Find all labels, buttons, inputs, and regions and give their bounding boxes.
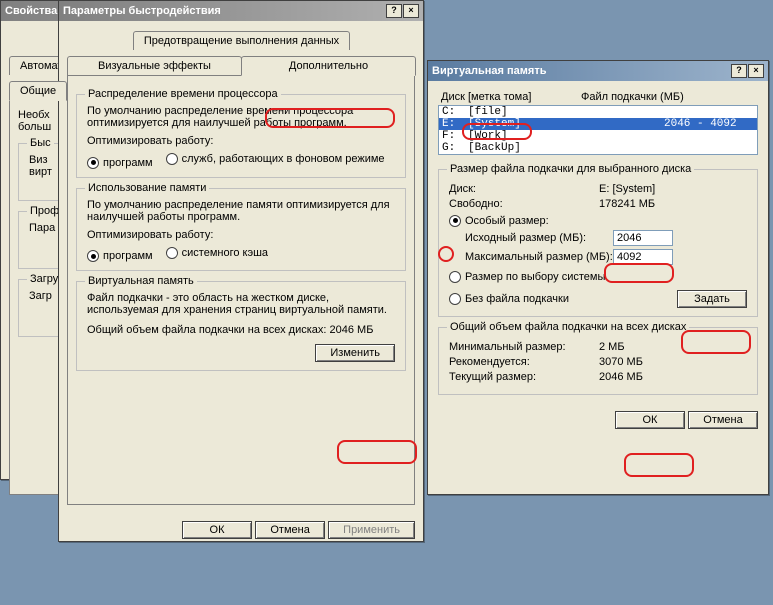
virtual-memory-window: Виртуальная память ? × Диск [метка тома]… [427, 60, 769, 495]
radio-icon [449, 293, 461, 305]
max-size-input[interactable] [613, 249, 673, 265]
max-size-label: Максимальный размер (МБ): [449, 251, 613, 263]
radio-no-pagefile[interactable]: Без файла подкачки [449, 293, 667, 305]
radio-icon [449, 215, 461, 227]
drive-row[interactable]: G:[BackUp] [439, 142, 757, 154]
group-selected: Размер файла подкачки для выбранного дис… [447, 163, 694, 175]
set-button[interactable]: Задать [677, 290, 747, 308]
drive-label: Диск: [449, 183, 599, 195]
rec-value: 3070 МБ [599, 356, 643, 368]
close-button[interactable]: × [748, 64, 764, 78]
radio-cpu-programs[interactable]: программ [87, 157, 153, 169]
vm-total-label: Общий объем файла подкачки на всех диска… [87, 324, 326, 336]
radio-system-managed[interactable]: Размер по выбору системы [449, 271, 605, 283]
help-button[interactable]: ? [386, 4, 402, 18]
vm-desc: Файл подкачки - это область на жестком д… [87, 292, 395, 316]
mem-optimize-label: Оптимизировать работу: [87, 229, 395, 241]
radio-mem-programs[interactable]: программ [87, 250, 153, 262]
drive-list[interactable]: C:[file]E:[System]2046 - 4092F:[Work]G:[… [438, 105, 758, 155]
radio-icon [166, 153, 178, 165]
group-vm: Виртуальная память [85, 275, 197, 287]
titlebar[interactable]: Виртуальная память ? × [428, 61, 768, 81]
min-label: Минимальный размер: [449, 341, 599, 353]
cpu-desc: По умолчанию распределение времени проце… [87, 105, 395, 129]
titlebar[interactable]: Параметры быстродействия ? × [59, 1, 423, 21]
radio-cpu-services[interactable]: служб, работающих в фоновом режиме [166, 153, 385, 165]
help-button[interactable]: ? [731, 64, 747, 78]
initial-size-input[interactable] [613, 230, 673, 246]
radio-mem-cache[interactable]: системного кэша [166, 247, 268, 259]
close-button[interactable]: × [403, 4, 419, 18]
change-button[interactable]: Изменить [315, 344, 395, 362]
group-cpu: Распределение времени процессора [85, 88, 281, 100]
performance-options-window: Параметры быстродействия ? × Предотвраще… [58, 0, 424, 542]
free-label: Свободно: [449, 198, 599, 210]
vm-total-value: 2046 МБ [330, 324, 374, 336]
cur-label: Текущий размер: [449, 371, 599, 383]
drive-row[interactable]: E:[System]2046 - 4092 [439, 118, 757, 130]
radio-custom-size[interactable]: Особый размер: [449, 215, 549, 227]
cancel-button[interactable]: Отмена [255, 521, 325, 539]
cpu-optimize-label: Оптимизировать работу: [87, 135, 395, 147]
ok-button[interactable]: ОК [182, 521, 252, 539]
tab-general[interactable]: Общие [9, 81, 67, 101]
radio-icon [166, 247, 178, 259]
drive-value: E: [System] [599, 183, 655, 195]
cancel-button[interactable]: Отмена [688, 411, 758, 429]
title: Виртуальная память [432, 65, 731, 77]
tab-visual-effects[interactable]: Визуальные эффекты [67, 56, 242, 75]
title: Параметры быстродействия [63, 5, 386, 17]
group-performance: Быс [27, 137, 54, 149]
drive-row[interactable]: F:[Work] [439, 130, 757, 142]
tab-dep[interactable]: Предотвращение выполнения данных [133, 31, 350, 50]
group-profiles: Проф [27, 205, 62, 217]
free-value: 178241 МБ [599, 198, 655, 210]
rec-label: Рекомендуется: [449, 356, 599, 368]
ok-button[interactable]: ОК [615, 411, 685, 429]
drive-row[interactable]: C:[file] [439, 106, 757, 118]
group-total: Общий объем файла подкачки на всех диска… [447, 321, 689, 333]
initial-size-label: Исходный размер (МБ): [449, 232, 613, 244]
header-drive: Диск [метка тома] [441, 91, 581, 103]
radio-icon [87, 250, 99, 262]
mem-desc: По умолчанию распределение памяти оптими… [87, 199, 395, 223]
cur-value: 2046 МБ [599, 371, 643, 383]
group-startup: Загру [27, 273, 61, 285]
header-pagefile: Файл подкачки (МБ) [581, 91, 755, 103]
radio-icon [449, 271, 461, 283]
apply-button[interactable]: Применить [328, 521, 415, 539]
tab-advanced[interactable]: Дополнительно [241, 56, 416, 76]
group-memory: Использование памяти [85, 182, 209, 194]
radio-icon [87, 157, 99, 169]
min-value: 2 МБ [599, 341, 625, 353]
